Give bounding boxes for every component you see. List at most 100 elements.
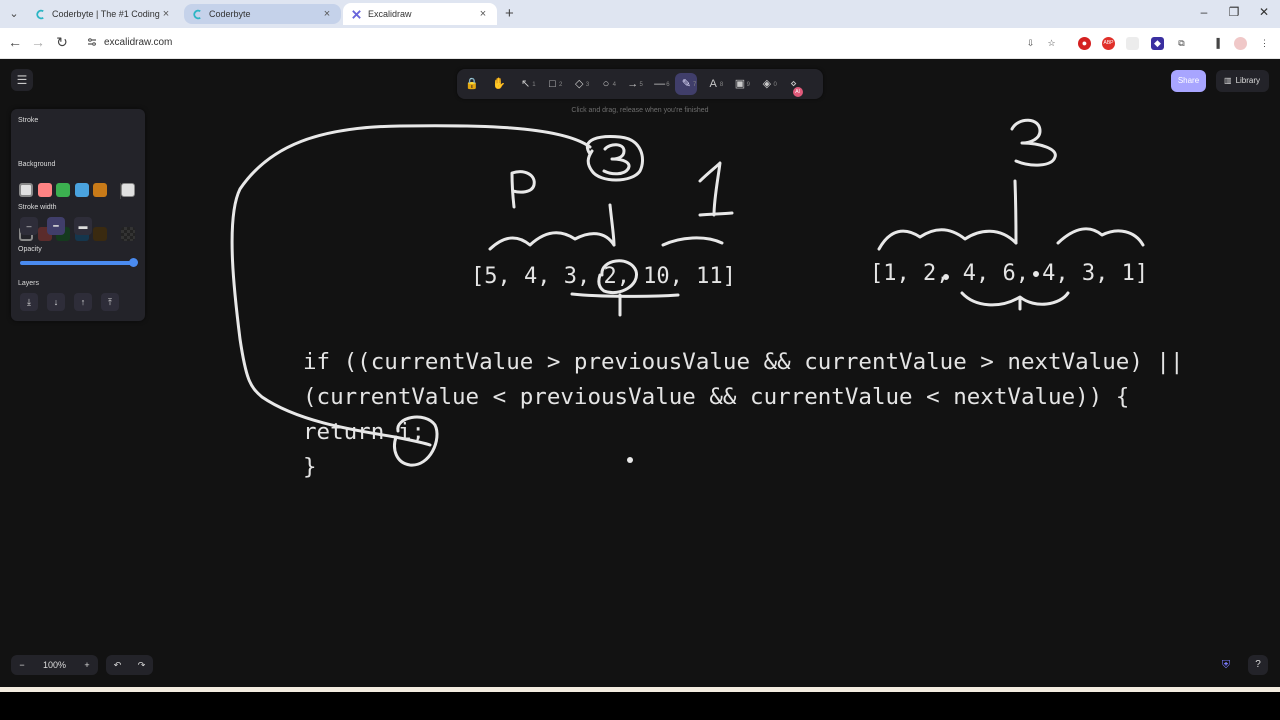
- stroke-width-heading: Stroke width: [18, 204, 57, 211]
- bring-forward-icon[interactable]: ↑: [74, 293, 92, 311]
- shortcut-key-label: 0: [773, 82, 777, 88]
- undo-icon[interactable]: ↶: [106, 655, 129, 675]
- browser-tab-bar: ⌄ Coderbyte | The #1 Coding Ass × Coderb…: [0, 0, 1280, 28]
- selection-tool-icon[interactable]: ↖ 1: [515, 73, 537, 95]
- zoom-level-reset[interactable]: 100%: [33, 655, 76, 675]
- redo-icon[interactable]: ↷: [130, 655, 153, 675]
- stroke-width-thin-button[interactable]: –: [20, 217, 38, 235]
- install-app-icon[interactable]: ⇩: [1024, 37, 1037, 50]
- text-tool-icon[interactable]: A8: [702, 73, 724, 95]
- close-tab-icon[interactable]: ×: [477, 8, 489, 20]
- extension-blank-icon[interactable]: [1126, 37, 1139, 50]
- side-panel-icon[interactable]: ▐: [1210, 37, 1223, 50]
- layers-heading: Layers: [18, 280, 40, 287]
- eraser-tool-icon[interactable]: ◈ 0: [756, 73, 778, 95]
- bottom-strip: [0, 687, 1280, 692]
- url-field[interactable]: excalidraw.com: [104, 37, 172, 48]
- back-button[interactable]: ←: [6, 34, 24, 50]
- handwritten-p-stroke: [510, 170, 536, 209]
- reload-button[interactable]: ↻: [53, 34, 71, 51]
- tab-excalidraw[interactable]: Excalidraw ×: [343, 3, 497, 25]
- diamond-tool-icon[interactable]: ◇ 3: [568, 73, 590, 95]
- excalidraw-canvas[interactable]: [5, 4, 3, 2, 10, 11] [1, 2, 4, 6, 4, 3, …: [0, 59, 1280, 687]
- tab-title: Excalidraw: [368, 9, 412, 19]
- profile-avatar[interactable]: [1234, 37, 1247, 50]
- stroke-color-swatch-4[interactable]: [74, 183, 89, 197]
- share-button[interactable]: Share: [1171, 70, 1206, 92]
- coderbyte-icon: [36, 9, 44, 19]
- close-tab-icon[interactable]: ×: [160, 8, 172, 20]
- tool-hint-text: Click and drag, release when you're fini…: [571, 107, 709, 114]
- right-tick-stroke: [1013, 179, 1018, 245]
- zoom-controls: − 100% +: [11, 655, 98, 675]
- new-tab-button[interactable]: +: [505, 5, 514, 22]
- zoom-in-button[interactable]: +: [76, 655, 98, 675]
- history-controls: ↶ ↷: [106, 655, 153, 675]
- send-to-back-icon[interactable]: ⤓: [20, 293, 38, 311]
- extensions-puzzle-icon[interactable]: ⧉: [1175, 37, 1188, 50]
- more-tools-icon[interactable]: ⋄ AI: [783, 73, 805, 97]
- shortcut-key-label: 4: [612, 82, 616, 88]
- minimize-window-icon[interactable]: –: [1194, 5, 1214, 19]
- rectangle-tool-icon[interactable]: □ 2: [541, 73, 563, 95]
- restore-window-icon[interactable]: ❐: [1224, 5, 1244, 19]
- library-button[interactable]: ▥ Library: [1216, 70, 1269, 92]
- line-tool-icon[interactable]: —6: [649, 73, 671, 95]
- site-info-icon[interactable]: [86, 36, 98, 48]
- extension-purple-icon[interactable]: ◆: [1151, 37, 1164, 50]
- transparent-background-swatch[interactable]: [121, 227, 135, 241]
- browser-menu-icon[interactable]: ⋮: [1258, 37, 1271, 50]
- left-array-text[interactable]: [5, 4, 3, 2, 10, 11]: [471, 264, 736, 289]
- code-line-3[interactable]: return i;: [303, 419, 425, 445]
- close-window-icon[interactable]: ✕: [1254, 5, 1274, 19]
- opacity-slider-track[interactable]: [20, 261, 136, 265]
- bring-to-front-icon[interactable]: ⤒: [101, 293, 119, 311]
- lock-tool-icon[interactable]: 🔒: [461, 73, 483, 95]
- library-label: Library: [1235, 76, 1261, 85]
- stroke-current-color-swatch[interactable]: [121, 183, 135, 197]
- send-backward-icon[interactable]: ↓: [47, 293, 65, 311]
- ai-badge: AI: [792, 87, 803, 97]
- stroke-color-swatch-2[interactable]: [37, 183, 52, 197]
- code-line-1[interactable]: if ((currentValue > previousValue && cur…: [303, 349, 1184, 375]
- shortcut-key-label: 5: [639, 82, 643, 88]
- circled-three-digit-stroke: [602, 143, 631, 176]
- shortcut-key-label: 7: [693, 82, 697, 88]
- tab-title: Coderbyte: [209, 9, 251, 19]
- adblock-extension-icon[interactable]: ABP: [1102, 37, 1115, 50]
- stroke-color-swatch-1[interactable]: [19, 183, 33, 197]
- stroke-width-extra-bold-button[interactable]: ▬: [74, 217, 92, 235]
- hand-tool-icon[interactable]: ✋: [488, 73, 510, 95]
- main-menu-hamburger-icon[interactable]: ☰: [11, 69, 33, 91]
- code-line-2[interactable]: (currentValue < previousValue && current…: [303, 384, 1129, 410]
- shortcut-key-label: 2: [559, 82, 563, 88]
- shortcut-key-label: 8: [719, 82, 724, 88]
- stroke-heading: Stroke: [18, 117, 39, 124]
- code-line-4[interactable]: }: [303, 454, 317, 480]
- tools-toolbar: 🔒 ✋ ↖ 1 □ 2 ◇ 3 ○ 4 → 5—6 ✎ 7 A 8 ▣ 9 ◈ 0 ⋄ AI: [457, 69, 823, 99]
- zoom-out-button[interactable]: −: [11, 655, 33, 675]
- right-small-brace2-stroke: [1056, 227, 1145, 247]
- encryption-shield-icon[interactable]: ⛨: [1219, 658, 1233, 672]
- bookmark-star-icon[interactable]: ☆: [1045, 37, 1058, 50]
- shortcut-key-label: 1: [532, 82, 536, 88]
- opacity-slider-handle[interactable]: [129, 258, 138, 267]
- right-array-text[interactable]: [1, 2, 4, 6, 4, 3, 1]: [870, 261, 1148, 286]
- tab-search-chevron-icon[interactable]: ⌄: [6, 6, 22, 22]
- ellipse-tool-icon[interactable]: ○ 4: [595, 73, 617, 95]
- tab-title: Coderbyte | The #1 Coding Ass: [52, 9, 160, 19]
- tab-coderbyte[interactable]: Coderbyte ×: [184, 4, 341, 24]
- stroke-width-bold-button[interactable]: ━: [47, 217, 65, 235]
- arrow-tool-icon[interactable]: → 5: [622, 73, 644, 95]
- tab-coderbyte-assessments[interactable]: Coderbyte | The #1 Coding Ass ×: [27, 3, 180, 25]
- draw-tool-icon[interactable]: ✎ 7: [675, 73, 698, 95]
- help-button[interactable]: ?: [1248, 655, 1268, 675]
- stroke-color-swatch-5[interactable]: [93, 183, 107, 197]
- stray-dot: [627, 457, 633, 463]
- image-tool-icon[interactable]: ▣ 9: [729, 73, 751, 95]
- background-color-swatch-5[interactable]: [93, 227, 107, 241]
- extension-red-icon[interactable]: ●: [1078, 37, 1091, 50]
- forward-button[interactable]: →: [29, 34, 47, 50]
- stroke-color-swatch-3[interactable]: [56, 183, 70, 197]
- close-tab-icon[interactable]: ×: [321, 8, 333, 20]
